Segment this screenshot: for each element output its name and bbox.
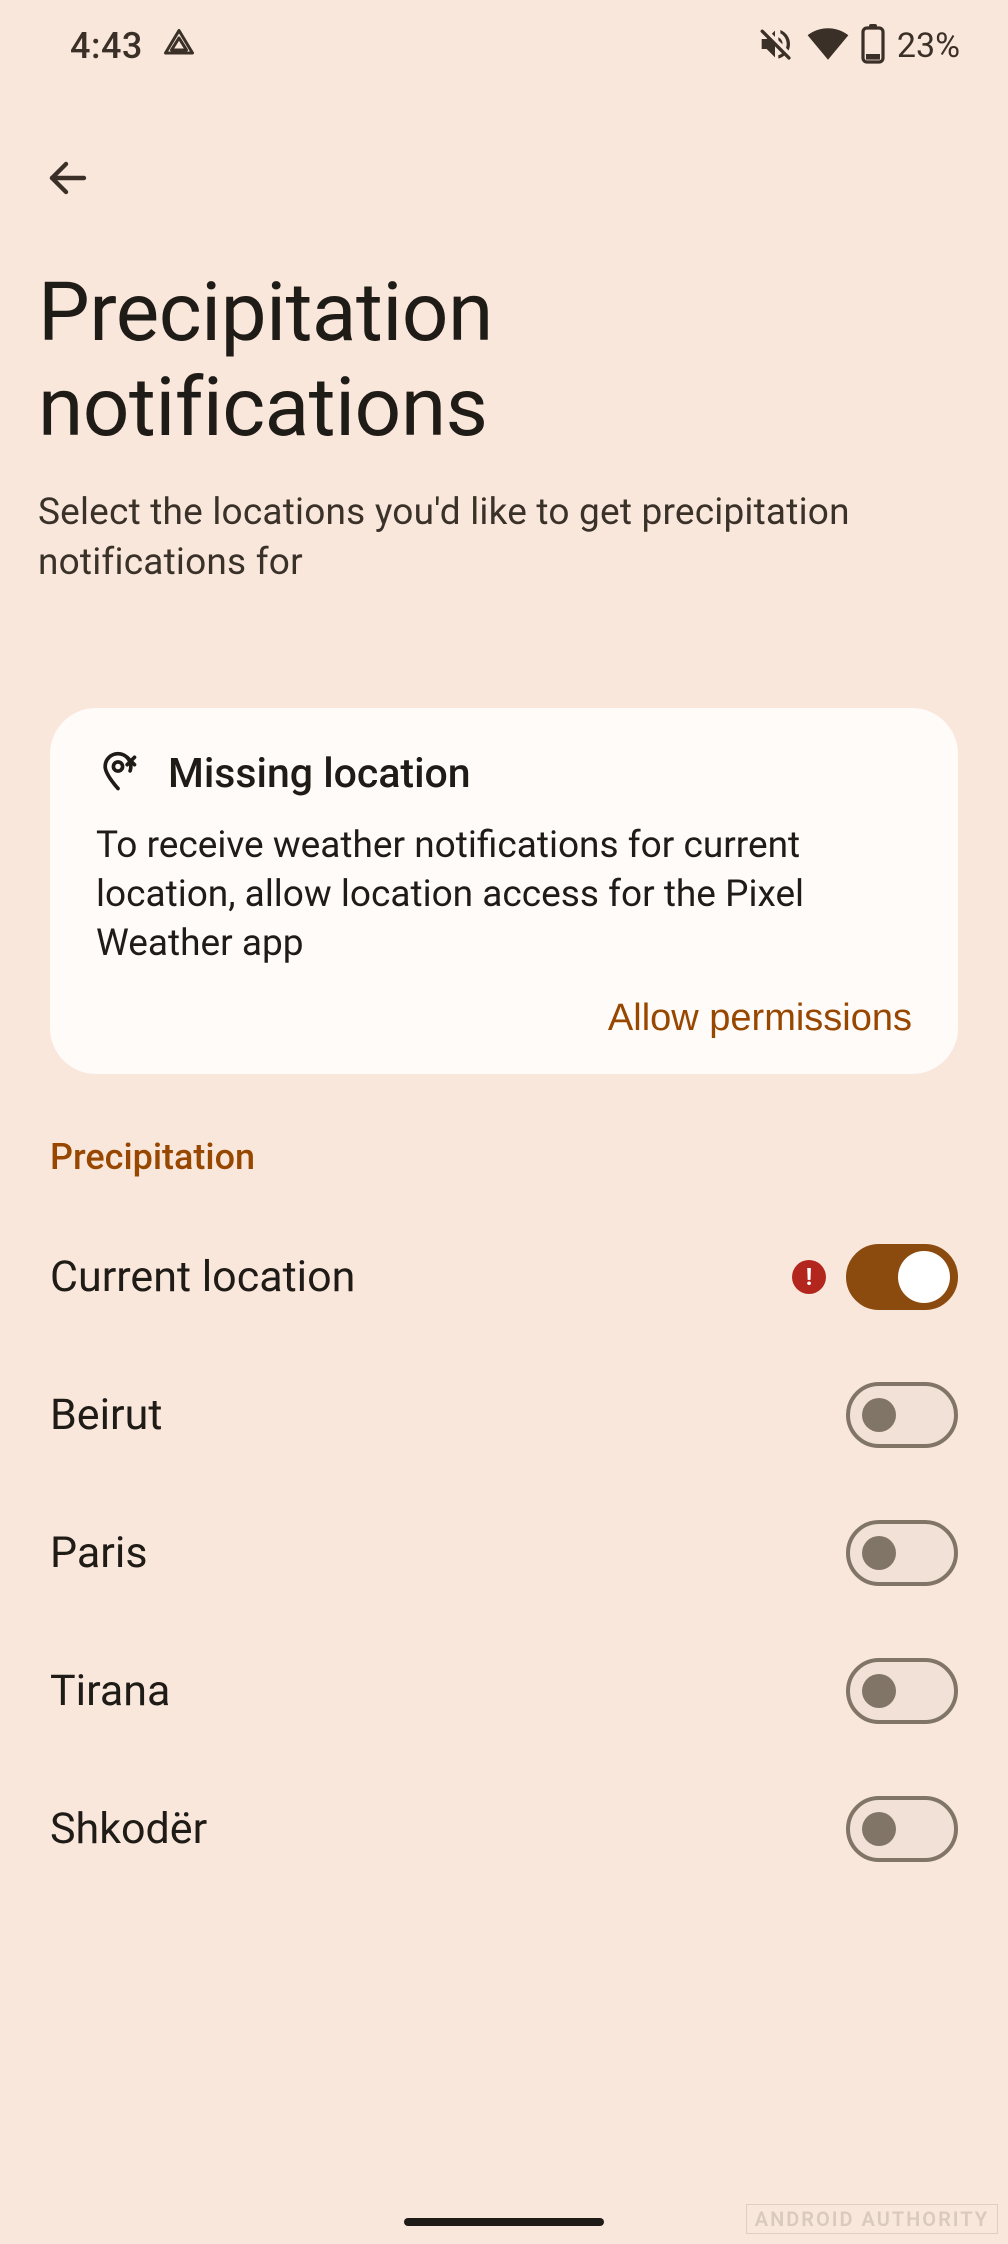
navigation-handle[interactable] xyxy=(404,2218,604,2226)
page-header: Precipitation notifications Select the l… xyxy=(0,80,1008,588)
list-item-label: Tirana xyxy=(50,1666,170,1716)
card-header: Missing location xyxy=(96,750,912,798)
status-right: 23% xyxy=(755,23,960,69)
mute-icon xyxy=(755,24,795,68)
section-label-precipitation: Precipitation xyxy=(0,1074,1008,1178)
toggle-shkoder[interactable] xyxy=(846,1796,958,1862)
list-item-current-location[interactable]: Current location ! xyxy=(50,1208,958,1346)
arrow-left-icon xyxy=(44,154,92,202)
list-item-tirana[interactable]: Tirana xyxy=(50,1622,958,1760)
list-item-label: Beirut xyxy=(50,1390,162,1440)
list-item-label: Paris xyxy=(50,1528,148,1578)
card-body: To receive weather notifications for cur… xyxy=(96,822,912,968)
list-item-label: Current location xyxy=(50,1252,355,1302)
list-item-shkoder[interactable]: Shkodër xyxy=(50,1760,958,1898)
location-list: Current location ! Beirut Paris Tirana S… xyxy=(0,1178,1008,1898)
list-item-label: Shkodër xyxy=(50,1804,207,1854)
battery-icon xyxy=(861,24,885,68)
list-item-beirut[interactable]: Beirut xyxy=(50,1346,958,1484)
toggle-tirana[interactable] xyxy=(846,1658,958,1724)
card-title: Missing location xyxy=(168,750,471,798)
wifi-icon xyxy=(807,23,849,69)
battery-percent: 23% xyxy=(897,26,960,66)
watermark: ANDROID AUTHORITY xyxy=(746,2204,998,2234)
toggle-current-location[interactable] xyxy=(846,1244,958,1310)
allow-permissions-button[interactable]: Allow permissions xyxy=(608,997,912,1040)
page-title: Precipitation notifications xyxy=(38,266,958,456)
status-left: 4:43 xyxy=(70,25,197,67)
drive-icon xyxy=(161,26,197,66)
toggle-beirut[interactable] xyxy=(846,1382,958,1448)
status-time: 4:43 xyxy=(70,25,143,67)
list-item-paris[interactable]: Paris xyxy=(50,1484,958,1622)
page-subtitle: Select the locations you'd like to get p… xyxy=(38,488,958,588)
missing-location-card: Missing location To receive weather noti… xyxy=(50,708,958,1073)
back-button[interactable] xyxy=(38,148,98,208)
location-off-icon xyxy=(96,750,140,798)
status-bar: 4:43 23% xyxy=(0,0,1008,80)
error-icon: ! xyxy=(792,1260,826,1294)
toggle-paris[interactable] xyxy=(846,1520,958,1586)
